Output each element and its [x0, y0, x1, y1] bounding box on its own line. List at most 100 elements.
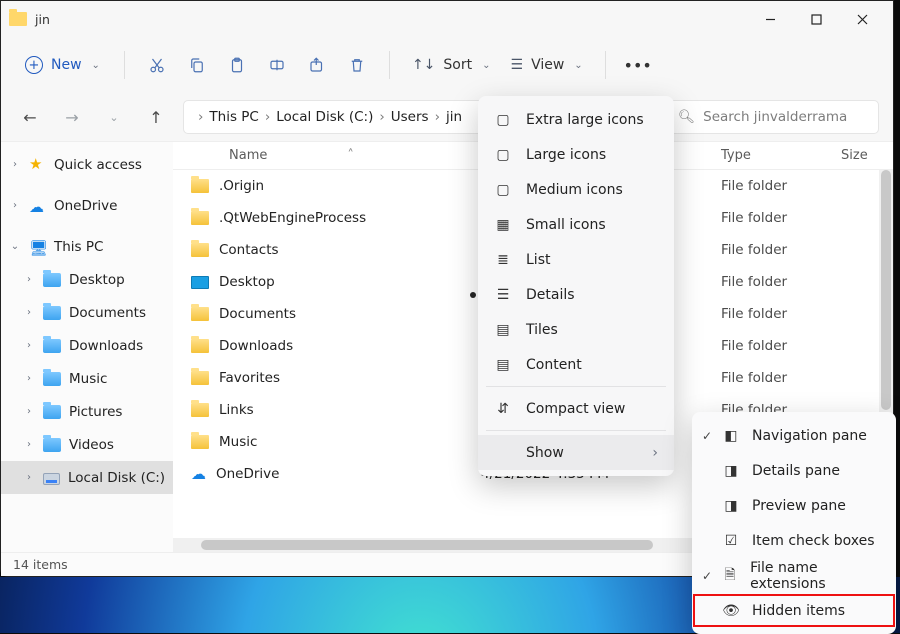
paste-button[interactable] [219, 47, 255, 83]
view-button[interactable]: ☰ View ⌄ [503, 51, 591, 79]
chevron-right-icon: › [379, 109, 384, 125]
sidebar-item-quick-access[interactable]: ›★Quick access [1, 148, 173, 181]
chevron-right-icon: › [23, 472, 35, 483]
menu-tiles[interactable]: ▤Tiles [478, 312, 674, 347]
folder-icon [43, 372, 61, 386]
file-name: Favorites [219, 370, 280, 386]
menu-medium-icons[interactable]: ▢Medium icons [478, 172, 674, 207]
recent-locations-button[interactable]: ⌄ [99, 102, 129, 132]
details-icon: ☰ [494, 287, 512, 303]
list-icon: ≣ [494, 252, 512, 268]
forward-button[interactable]: → [57, 102, 87, 132]
sidebar-item-videos[interactable]: ›Videos [1, 428, 173, 461]
sort-icon: ↑↓ [412, 57, 435, 73]
menu-item-check-boxes[interactable]: ☑Item check boxes [692, 523, 896, 558]
folder-icon [9, 12, 27, 26]
chevron-down-icon: ⌄ [92, 60, 100, 71]
up-button[interactable]: ↑ [141, 102, 171, 132]
folder-icon [43, 306, 61, 320]
chevron-right-icon: › [23, 340, 35, 351]
file-name: Links [219, 402, 254, 418]
menu-hidden-items[interactable]: 👁Hidden items [692, 593, 896, 628]
maximize-button[interactable] [793, 4, 839, 34]
checkbox-icon: ☑ [722, 533, 740, 549]
eye-icon: 👁 [722, 603, 740, 619]
menu-large-icons[interactable]: ▢Large icons [478, 137, 674, 172]
separator [124, 51, 125, 79]
sort-button[interactable]: ↑↓ Sort ⌄ [404, 51, 499, 79]
folder-icon [191, 211, 209, 225]
share-button[interactable] [299, 47, 335, 83]
folder-icon [191, 339, 209, 353]
sidebar-item-music[interactable]: ›Music [1, 362, 173, 395]
delete-button[interactable] [339, 47, 375, 83]
menu-list[interactable]: ≣List [478, 242, 674, 277]
file-type: File folder [713, 370, 841, 386]
sidebar-item-downloads[interactable]: ›Downloads [1, 329, 173, 362]
menu-details[interactable]: ☰Details [478, 277, 674, 312]
menu-show[interactable]: Show› [478, 435, 674, 470]
cut-button[interactable] [139, 47, 175, 83]
sidebar-item-this-pc[interactable]: ⌄🖥This PC [1, 230, 173, 263]
crumb-local-disk[interactable]: Local Disk (C:) [276, 109, 373, 125]
separator [389, 51, 390, 79]
file-type: File folder [713, 242, 841, 258]
menu-details-pane[interactable]: ◨Details pane [692, 453, 896, 488]
more-button[interactable]: ••• [620, 47, 656, 83]
chevron-down-icon: ⌄ [574, 60, 582, 71]
scroll-thumb[interactable] [201, 540, 653, 550]
titlebar: jin [1, 1, 893, 37]
chevron-right-icon: › [652, 445, 658, 461]
new-button[interactable]: + New ⌄ [15, 50, 110, 80]
column-type[interactable]: Type [713, 148, 841, 163]
folder-icon [43, 339, 61, 353]
menu-navigation-pane[interactable]: ✓◧Navigation pane [692, 418, 896, 453]
search-input[interactable]: 🔍︎ Search jinvalderrama [667, 100, 879, 134]
close-button[interactable] [839, 4, 885, 34]
search-placeholder: Search jinvalderrama [703, 109, 847, 125]
menu-content[interactable]: ▤Content [478, 347, 674, 382]
menu-file-name-extensions[interactable]: ✓🗎File name extensions [692, 558, 896, 593]
menu-extra-large-icons[interactable]: ▢Extra large icons [478, 102, 674, 137]
chevron-right-icon: › [435, 109, 440, 125]
compact-icon: ⇵ [494, 401, 512, 417]
desktop-icon [191, 276, 209, 289]
rename-button[interactable] [259, 47, 295, 83]
folder-icon [43, 438, 61, 452]
sidebar-item-desktop[interactable]: ›Desktop [1, 263, 173, 296]
sidebar-item-documents[interactable]: ›Documents [1, 296, 173, 329]
square-icon: ▢ [494, 112, 512, 128]
sidebar-item-local-disk[interactable]: ›Local Disk (C:) [1, 461, 173, 494]
crumb-this-pc[interactable]: This PC [209, 109, 258, 125]
file-type: File folder [713, 338, 841, 354]
star-icon: ★ [29, 157, 46, 172]
scroll-thumb[interactable] [881, 170, 891, 410]
menu-compact-view[interactable]: ⇵Compact view [478, 391, 674, 426]
sidebar-item-pictures[interactable]: ›Pictures [1, 395, 173, 428]
pane-icon: ◨ [722, 463, 740, 479]
monitor-icon: 🖥 [29, 239, 46, 254]
file-name: Downloads [219, 338, 293, 354]
square-icon: ▢ [494, 147, 512, 163]
sidebar-item-onedrive[interactable]: ›☁OneDrive [1, 189, 173, 222]
cloud-icon: ☁ [191, 465, 206, 483]
menu-preview-pane[interactable]: ◨Preview pane [692, 488, 896, 523]
menu-small-icons[interactable]: ▦Small icons [478, 207, 674, 242]
crumb-jin[interactable]: jin [446, 109, 462, 125]
separator [486, 430, 666, 431]
drive-icon [43, 473, 60, 485]
back-button[interactable]: ← [15, 102, 45, 132]
content-icon: ▤ [494, 357, 512, 373]
column-size[interactable]: Size [841, 148, 893, 163]
check-icon: ✓ [702, 429, 712, 443]
folder-icon [191, 243, 209, 257]
grid-icon: ▦ [494, 217, 512, 233]
crumb-users[interactable]: Users [391, 109, 429, 125]
column-name[interactable]: Name˄ [173, 148, 473, 163]
folder-icon [191, 307, 209, 321]
address-bar-row: ← → ⌄ ↑ › This PC › Local Disk (C:) › Us… [1, 93, 893, 141]
copy-button[interactable] [179, 47, 215, 83]
minimize-button[interactable] [747, 4, 793, 34]
show-submenu: ✓◧Navigation pane ◨Details pane ◨Preview… [692, 412, 896, 634]
plus-icon: + [25, 56, 43, 74]
